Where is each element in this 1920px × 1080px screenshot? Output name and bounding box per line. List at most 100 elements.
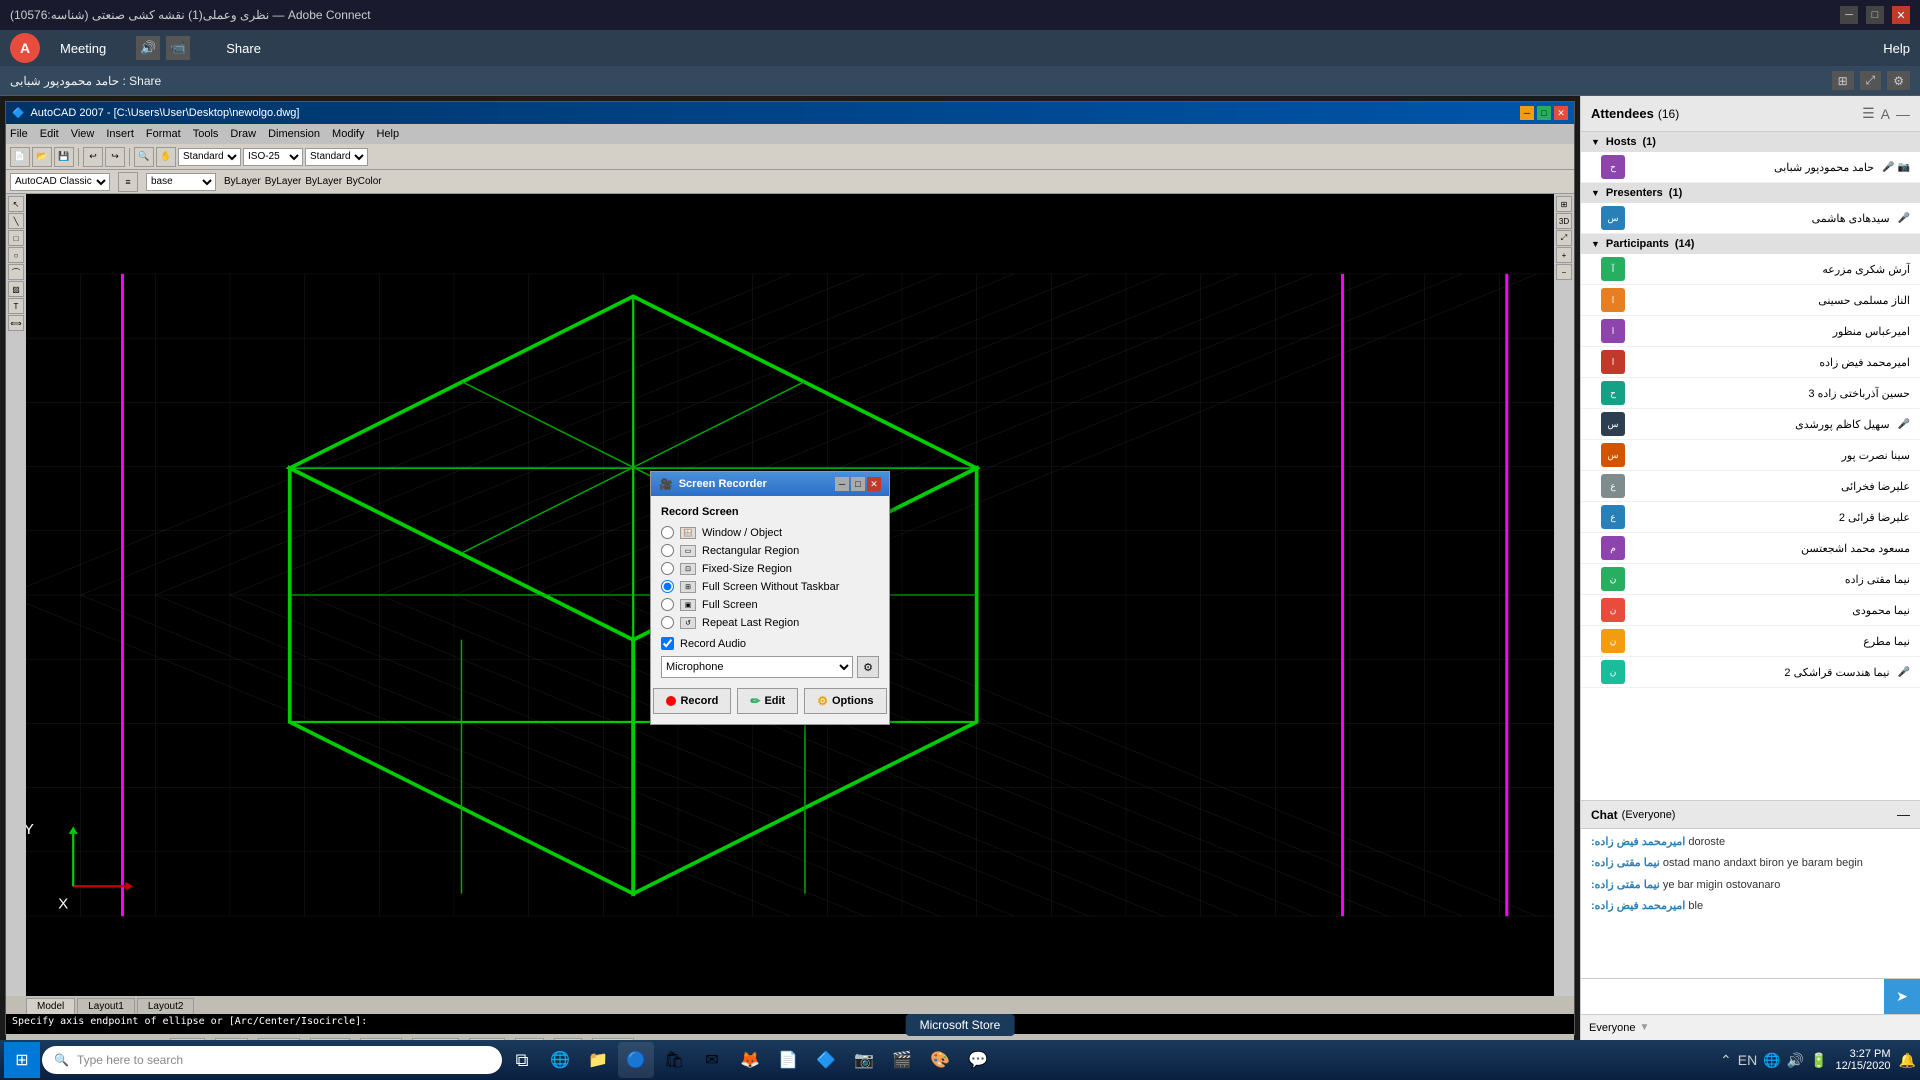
cad-edit[interactable]: Edit <box>40 128 59 140</box>
maximize-button[interactable]: □ <box>1866 6 1884 24</box>
tb-autocad[interactable]: 🔷 <box>808 1042 844 1078</box>
attendees-settings-btn[interactable]: A <box>1881 105 1890 122</box>
clock[interactable]: 3:27 PM 12/15/2020 <box>1836 1048 1891 1072</box>
standard-combo[interactable]: Standard <box>178 148 241 166</box>
option-rectangular[interactable]: ▭ Rectangular Region <box>661 544 879 557</box>
tab-layout1[interactable]: Layout1 <box>77 998 135 1014</box>
tool-hatch[interactable]: ▨ <box>8 281 24 297</box>
radio-repeat-last[interactable] <box>661 616 674 629</box>
tb-store[interactable]: 🛍 <box>656 1042 692 1078</box>
radio-full-no-taskbar[interactable] <box>661 580 674 593</box>
cad-maximize[interactable]: □ <box>1537 106 1551 120</box>
workspace-combo[interactable]: AutoCAD Classic <box>10 173 110 191</box>
view-btn[interactable]: ⊞ <box>1556 196 1572 212</box>
record-audio-checkbox[interactable] <box>661 637 674 650</box>
chat-send-btn[interactable]: ➤ <box>1884 979 1920 1014</box>
3d-btn[interactable]: 3D <box>1556 213 1572 229</box>
tool-dim[interactable]: ⟺ <box>8 315 24 331</box>
tb-firefox[interactable]: 🦊 <box>732 1042 768 1078</box>
cad-minimize[interactable]: ─ <box>1520 106 1534 120</box>
option-full-screen[interactable]: ▣ Full Screen <box>661 598 879 611</box>
radio-full-screen[interactable] <box>661 598 674 611</box>
option-fixed-size[interactable]: ⊡ Fixed-Size Region <box>661 562 879 575</box>
cad-close[interactable]: ✕ <box>1554 106 1568 120</box>
hidden-icons[interactable]: ⌃ <box>1720 1052 1732 1069</box>
participants-section[interactable]: ▼ Participants (14) <box>1581 234 1920 254</box>
cad-pan[interactable]: ✋ <box>156 147 176 167</box>
cad-open[interactable]: 📂 <box>32 147 52 167</box>
layer-btn[interactable]: ≡ <box>118 172 138 192</box>
option-full-no-taskbar[interactable]: ⊞ Full Screen Without Taskbar <box>661 580 879 593</box>
help-menu[interactable]: Help <box>1883 41 1910 56</box>
tb-mail[interactable]: ✉ <box>694 1042 730 1078</box>
edit-button[interactable]: ✏ Edit <box>737 688 798 714</box>
cad-new[interactable]: 📄 <box>10 147 30 167</box>
recorder-close[interactable]: ✕ <box>867 477 881 491</box>
layer-combo[interactable]: base <box>146 173 216 191</box>
cad-format[interactable]: Format <box>146 128 181 140</box>
cad-view[interactable]: View <box>71 128 95 140</box>
start-button[interactable]: ⊞ <box>4 1042 40 1078</box>
recorder-title-bar[interactable]: 🎥 Screen Recorder ─ □ ✕ <box>651 472 889 496</box>
cad-dimension[interactable]: Dimension <box>268 128 320 140</box>
radio-fixed-size[interactable] <box>661 562 674 575</box>
zoom-minus[interactable]: − <box>1556 264 1572 280</box>
close-button[interactable]: ✕ <box>1892 6 1910 24</box>
search-bar[interactable]: 🔍 Type here to search <box>42 1046 502 1074</box>
mic-settings-btn[interactable]: ⚙ <box>857 656 879 678</box>
record-button[interactable]: Record <box>653 688 731 714</box>
tool-line[interactable]: ╲ <box>8 213 24 229</box>
lang-icon[interactable]: EN <box>1738 1052 1757 1068</box>
option-repeat-last[interactable]: ↺ Repeat Last Region <box>661 616 879 629</box>
options-button[interactable]: ⚙ Options <box>804 688 886 714</box>
microphone-select[interactable]: Microphone <box>661 656 853 678</box>
cad-modify[interactable]: Modify <box>332 128 364 140</box>
option-window-object[interactable]: 🪟 Window / Object <box>661 526 879 539</box>
cad-save[interactable]: 💾 <box>54 147 74 167</box>
tb-chrome[interactable]: 🔵 <box>618 1042 654 1078</box>
cad-file[interactable]: File <box>10 128 28 140</box>
tool-arc[interactable]: ⌒ <box>8 264 24 280</box>
tool-text[interactable]: T <box>8 298 24 314</box>
zoom-plus[interactable]: + <box>1556 247 1572 263</box>
radio-rectangular[interactable] <box>661 544 674 557</box>
tool-select[interactable]: ↖ <box>8 196 24 212</box>
chat-input[interactable] <box>1581 979 1884 1014</box>
tb-camera[interactable]: 📷 <box>846 1042 882 1078</box>
attendees-view-btn[interactable]: ☰ <box>1862 105 1875 122</box>
cad-tools[interactable]: Tools <box>193 128 219 140</box>
network-icon[interactable]: 🌐 <box>1763 1052 1780 1069</box>
audio-button[interactable]: 🔊 <box>136 36 160 60</box>
fit-btn[interactable]: ⤢ <box>1860 71 1882 90</box>
chat-close-btn[interactable]: — <box>1897 807 1910 822</box>
video-button[interactable]: 📹 <box>166 36 190 60</box>
minimize-button[interactable]: ─ <box>1840 6 1858 24</box>
tb-media[interactable]: 🎬 <box>884 1042 920 1078</box>
tool-rect[interactable]: □ <box>8 230 24 246</box>
tool-circle[interactable]: ○ <box>8 247 24 263</box>
recorder-minimize[interactable]: ─ <box>835 477 849 491</box>
cad-zoom[interactable]: 🔍 <box>134 147 154 167</box>
tb-paint[interactable]: 🎨 <box>922 1042 958 1078</box>
tb-acrobat[interactable]: 📄 <box>770 1042 806 1078</box>
presenters-section[interactable]: ▼ Presenters (1) <box>1581 183 1920 203</box>
tb-edge[interactable]: 🌐 <box>542 1042 578 1078</box>
tab-layout2[interactable]: Layout2 <box>137 998 195 1014</box>
task-view-btn[interactable]: ⧉ <box>504 1042 540 1078</box>
tb-whatsapp[interactable]: 💬 <box>960 1042 996 1078</box>
cad-undo[interactable]: ↩ <box>83 147 103 167</box>
recorder-maximize[interactable]: □ <box>851 477 865 491</box>
notification-bell[interactable]: 🔔 <box>1899 1052 1916 1069</box>
cad-help[interactable]: Help <box>376 128 399 140</box>
zoom-extent[interactable]: ⤢ <box>1556 230 1572 246</box>
share-menu[interactable]: Share <box>226 41 261 56</box>
hosts-section[interactable]: ▼ Hosts (1) <box>1581 132 1920 152</box>
cad-draw[interactable]: Draw <box>230 128 256 140</box>
volume-icon[interactable]: 🔊 <box>1787 1052 1804 1069</box>
radio-window-object[interactable] <box>661 526 674 539</box>
battery-icon[interactable]: 🔋 <box>1810 1052 1827 1069</box>
attendees-collapse-btn[interactable]: — <box>1896 105 1910 122</box>
tb-explorer[interactable]: 📁 <box>580 1042 616 1078</box>
tab-model[interactable]: Model <box>26 998 75 1014</box>
settings-btn[interactable]: ⚙ <box>1887 71 1910 90</box>
